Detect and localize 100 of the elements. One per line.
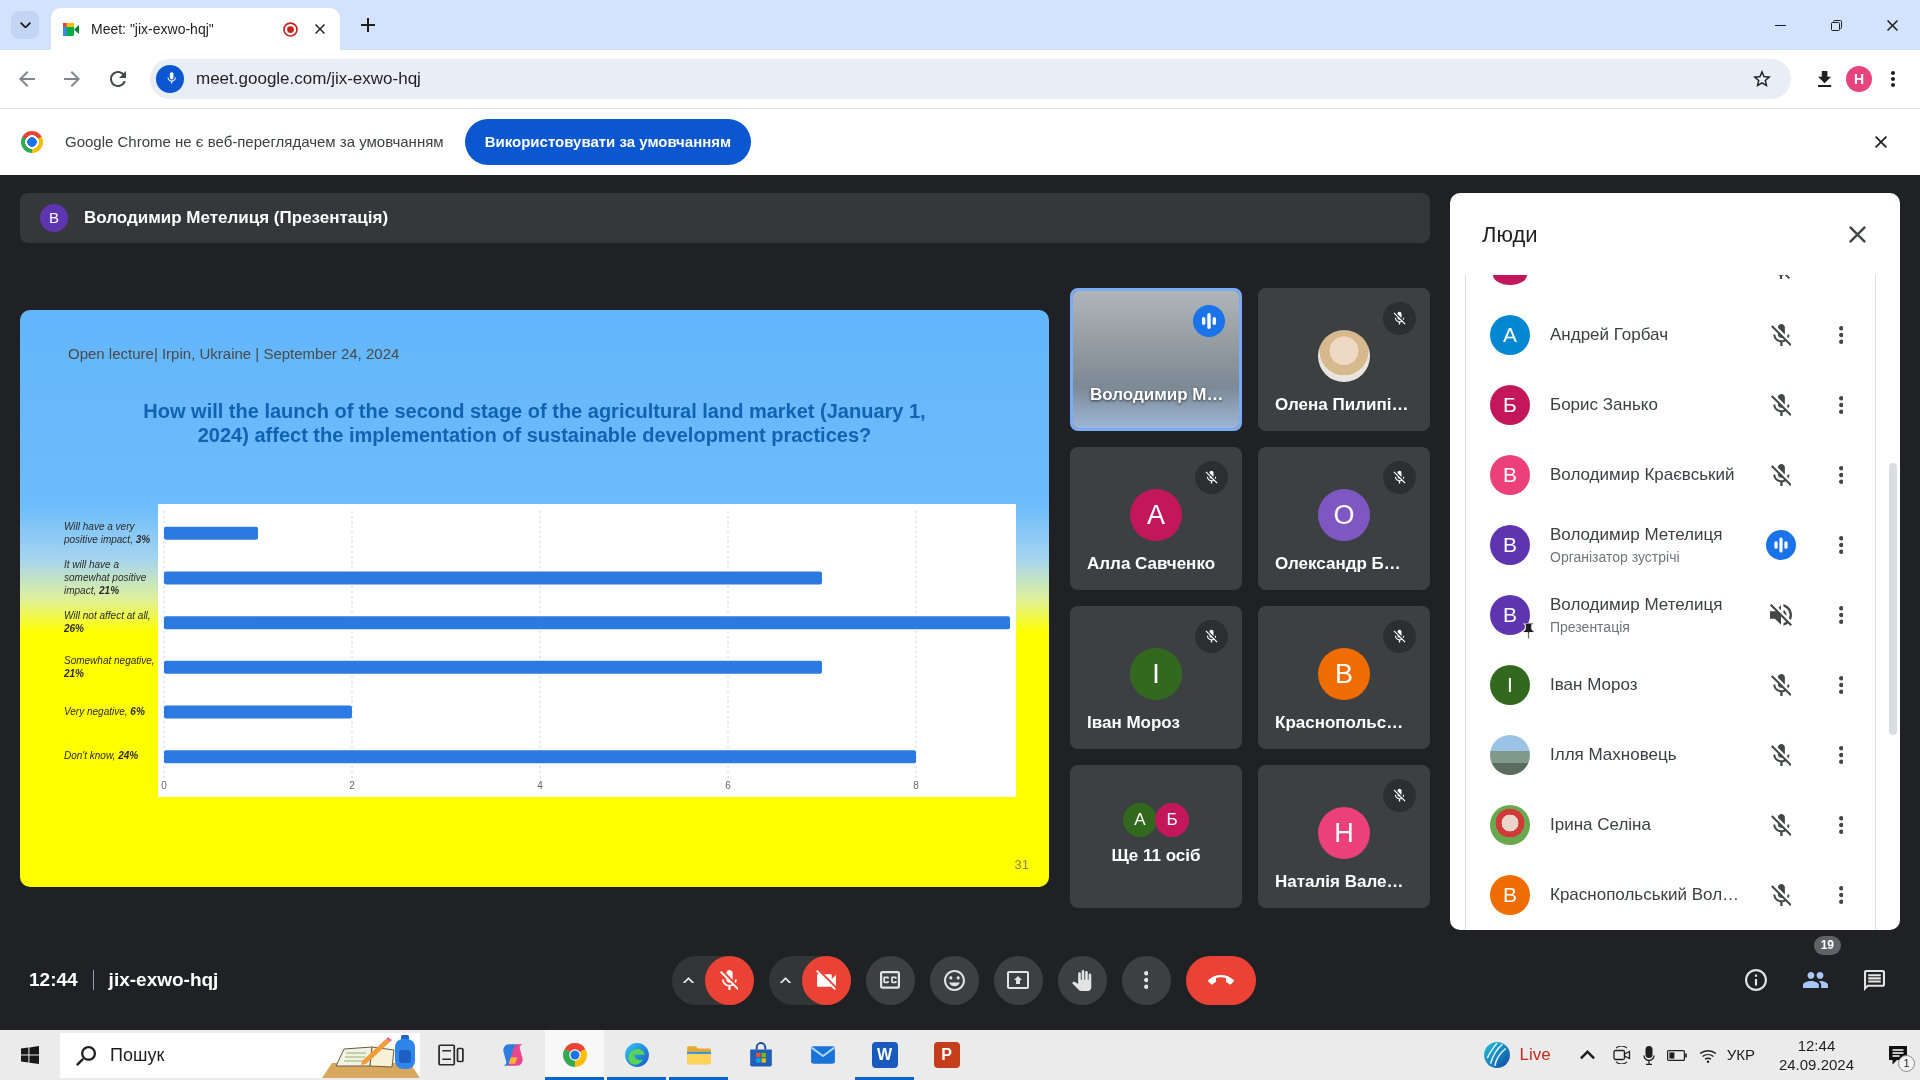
word-icon: W bbox=[871, 1042, 898, 1068]
presenter-title: Володимир Метелиця (Презентація) bbox=[84, 207, 389, 230]
chat-icon bbox=[1863, 969, 1885, 991]
powerpoint-icon: P bbox=[933, 1042, 960, 1068]
category-label: Very negative, 6% bbox=[64, 704, 145, 718]
address-field[interactable]: meet.google.com/jix-exwo-hqj bbox=[150, 59, 1791, 99]
tick-label: 8 bbox=[913, 779, 919, 791]
notifications-button[interactable]: 1 bbox=[1876, 1030, 1920, 1080]
captions-icon bbox=[880, 971, 900, 989]
kebab-icon bbox=[1838, 676, 1844, 694]
participant-name: Володимир Метелиця bbox=[1550, 523, 1724, 546]
microphone-off-icon bbox=[719, 970, 739, 990]
kebab-icon bbox=[1838, 536, 1844, 554]
windows-logo-icon bbox=[21, 1046, 39, 1064]
participant-tile[interactable]: Н Наталія Вале… bbox=[1258, 765, 1430, 908]
chevron-up-icon bbox=[1580, 1050, 1596, 1060]
participant-name: Олена Пилипі… bbox=[1275, 395, 1409, 415]
participant-role: Презентація bbox=[1550, 618, 1631, 638]
hand-icon bbox=[1072, 969, 1092, 991]
participant-name: Ілля Махновець bbox=[1550, 744, 1678, 767]
kebab-icon bbox=[1838, 396, 1844, 414]
avatar: Б bbox=[1155, 803, 1189, 837]
caret-up-icon bbox=[779, 976, 791, 984]
weather-label[interactable]: Live bbox=[1519, 1042, 1551, 1068]
profile-photo-placeholder bbox=[1318, 330, 1370, 382]
microphone-button[interactable] bbox=[704, 955, 754, 1005]
avatar: Н bbox=[1318, 807, 1370, 859]
profile-button[interactable]: Н bbox=[1846, 66, 1872, 92]
chrome-button[interactable] bbox=[545, 1030, 604, 1080]
kebab-icon bbox=[1838, 816, 1844, 834]
set-default-button[interactable]: Використовувати за умовчанням bbox=[464, 119, 752, 165]
caret-up-icon bbox=[682, 976, 694, 984]
participant-tile[interactable]: І Іван Мороз bbox=[1070, 606, 1242, 749]
participant-name: Андрей Горбач bbox=[1550, 324, 1670, 347]
avatar: І bbox=[1130, 648, 1182, 700]
task-view-icon bbox=[437, 1042, 464, 1068]
close-icon bbox=[1886, 19, 1898, 31]
edge-icon bbox=[623, 1042, 650, 1068]
panel-title: Люди bbox=[1482, 220, 1539, 249]
battery-icon bbox=[1666, 1049, 1687, 1061]
category-label: Somewhat negative, 21% bbox=[64, 653, 156, 680]
participant-tile[interactable]: А Б Ще 11 осіб bbox=[1070, 765, 1242, 908]
participant-name: Олександр Б… bbox=[1275, 554, 1401, 574]
info-icon bbox=[1745, 969, 1767, 991]
participant-role: Організатор зустрічі bbox=[1550, 548, 1681, 568]
tab-search-button[interactable] bbox=[11, 11, 39, 39]
avatar: Б bbox=[1490, 385, 1530, 425]
phone-hang-up-icon bbox=[1207, 974, 1234, 986]
participant-count-badge: 19 bbox=[1813, 936, 1841, 955]
kebab-icon bbox=[1891, 71, 1895, 87]
participant-name: Краснопольс… bbox=[1275, 713, 1404, 733]
meeting-time: 12:44 bbox=[29, 967, 78, 992]
avatar: В bbox=[1490, 455, 1530, 495]
page-number: 31 bbox=[1014, 856, 1029, 874]
minimize-icon bbox=[1774, 24, 1786, 26]
participant-tile[interactable]: А Алла Савченко bbox=[1070, 447, 1242, 590]
slide-caption: Open lecture| Irpin, Ukraine | September 24, 2024 bbox=[68, 344, 400, 363]
camera-off-icon bbox=[816, 970, 836, 990]
leave-call-button[interactable] bbox=[1185, 955, 1256, 1005]
participant-name: Алла Савченко bbox=[1087, 554, 1216, 574]
microphone-icon bbox=[1642, 1045, 1655, 1065]
kebab-icon bbox=[1838, 326, 1844, 344]
chrome-icon bbox=[561, 1042, 588, 1068]
keyboard-language[interactable]: УКР bbox=[1726, 1043, 1755, 1067]
participant-tile[interactable]: В Краснопольс… bbox=[1258, 606, 1430, 749]
browser-tab[interactable]: Meet: "jix-exwo-hqj" bbox=[51, 8, 340, 50]
wifi-icon bbox=[1698, 1047, 1717, 1063]
participant-name: Борис Занько bbox=[1550, 394, 1659, 417]
word-button[interactable]: W bbox=[855, 1030, 914, 1080]
participant-name: Ірина Селіна bbox=[1550, 814, 1652, 837]
participant-tile[interactable]: Олена Пилипі… bbox=[1258, 288, 1430, 431]
star-icon bbox=[1753, 70, 1771, 88]
participant-name: Іван Мороз bbox=[1087, 713, 1180, 733]
participant-tile[interactable]: О Олександр Б… bbox=[1258, 447, 1430, 590]
category-label: Will have a very positive impact, 3% bbox=[64, 519, 152, 546]
emoji-icon bbox=[943, 969, 965, 991]
category-label: It will have a somewhat positive impact, 21% bbox=[64, 557, 148, 597]
powerpoint-button[interactable]: P bbox=[917, 1030, 976, 1080]
restore-icon bbox=[1830, 19, 1842, 31]
close-icon bbox=[315, 24, 325, 34]
kebab-icon bbox=[1838, 606, 1844, 624]
scrollbar-thumb[interactable] bbox=[1889, 463, 1897, 735]
kebab-icon bbox=[1838, 746, 1844, 764]
shopping-bag-icon bbox=[747, 1042, 774, 1068]
meeting-code: jix-exwo-hqj bbox=[108, 967, 219, 992]
tick-label: 2 bbox=[349, 779, 355, 791]
download-icon bbox=[1818, 71, 1832, 87]
forward-arrow-icon bbox=[64, 71, 80, 87]
tick-label: 4 bbox=[537, 779, 543, 791]
search-icon bbox=[76, 1046, 96, 1066]
meet-logo-icon bbox=[63, 22, 79, 36]
avatar: А bbox=[1123, 803, 1157, 837]
present-screen-icon bbox=[1007, 971, 1029, 989]
clock-date: 24.09.2024 bbox=[1778, 1055, 1854, 1074]
infobar-message: Google Chrome не є веб-переглядачем за умовчанням bbox=[65, 131, 444, 152]
close-icon bbox=[1875, 136, 1887, 148]
camera-button[interactable] bbox=[801, 955, 851, 1005]
reload-icon bbox=[110, 71, 126, 87]
back-arrow-icon bbox=[19, 71, 35, 87]
tick-label: 6 bbox=[725, 779, 731, 791]
